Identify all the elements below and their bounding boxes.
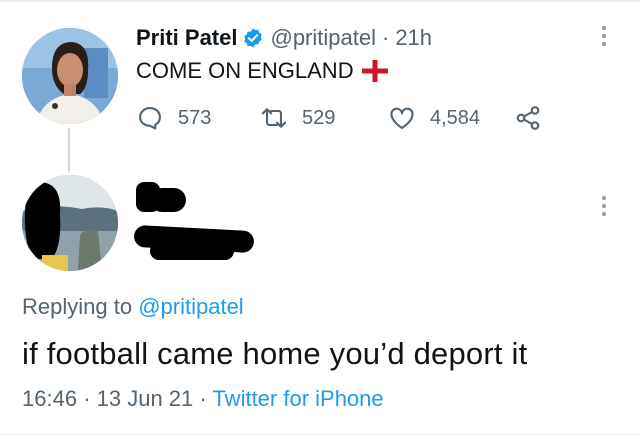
like-button[interactable]: 4,584	[388, 104, 480, 132]
avatar-photo	[22, 28, 118, 124]
reply-more-options-icon[interactable]	[602, 196, 608, 220]
reply-text: if football came home you’d deport it	[22, 336, 528, 371]
retweet-count: 529	[302, 106, 336, 129]
retweet-icon	[261, 108, 287, 128]
reply-avatar-photo	[22, 175, 118, 271]
tweet-time[interactable]: 21h	[395, 25, 432, 51]
reply-count: 573	[178, 106, 212, 129]
reply-button[interactable]: 573	[136, 104, 211, 132]
avatar[interactable]	[22, 28, 118, 124]
bottom-divider	[0, 434, 640, 435]
reply-source[interactable]: Twitter for iPhone	[212, 386, 383, 411]
share-button[interactable]	[514, 104, 542, 132]
retweet-button[interactable]: 529	[260, 104, 335, 132]
redacted-handle-mark-2	[150, 242, 234, 260]
tweet-body: COME ON ENGLAND	[136, 58, 354, 83]
heart-icon	[390, 107, 414, 129]
reply-date[interactable]: 13 Jun 21	[97, 386, 194, 411]
meta-separator: ·	[83, 386, 91, 411]
tweet-header: Priti Patel @pritipatel · 21h	[136, 24, 432, 52]
more-options-icon[interactable]	[602, 26, 608, 50]
reply-icon	[139, 107, 161, 130]
author-handle[interactable]: @pritipatel	[270, 25, 376, 51]
thread-connector	[68, 128, 70, 172]
replying-prefix: Replying to	[22, 294, 133, 319]
tweet-text: COME ON ENGLAND	[136, 58, 388, 84]
separator-dot: ·	[381, 25, 390, 50]
verified-badge-icon	[244, 28, 263, 48]
replying-to-line: Replying to @pritipatel	[22, 294, 244, 320]
reply-avatar[interactable]	[22, 175, 118, 271]
redacted-name-mark-2	[150, 188, 186, 212]
like-count: 4,584	[430, 106, 481, 129]
reply-time[interactable]: 16:46	[22, 386, 77, 411]
reply-meta: 16:46 · 13 Jun 21 · Twitter for iPhone	[22, 386, 384, 412]
top-divider	[0, 0, 640, 2]
meta-separator-2: ·	[199, 386, 207, 411]
england-flag-icon	[361, 60, 388, 82]
replying-handle-link[interactable]: @pritipatel	[138, 294, 244, 319]
author-name[interactable]: Priti Patel	[136, 25, 237, 51]
share-icon	[516, 106, 540, 130]
